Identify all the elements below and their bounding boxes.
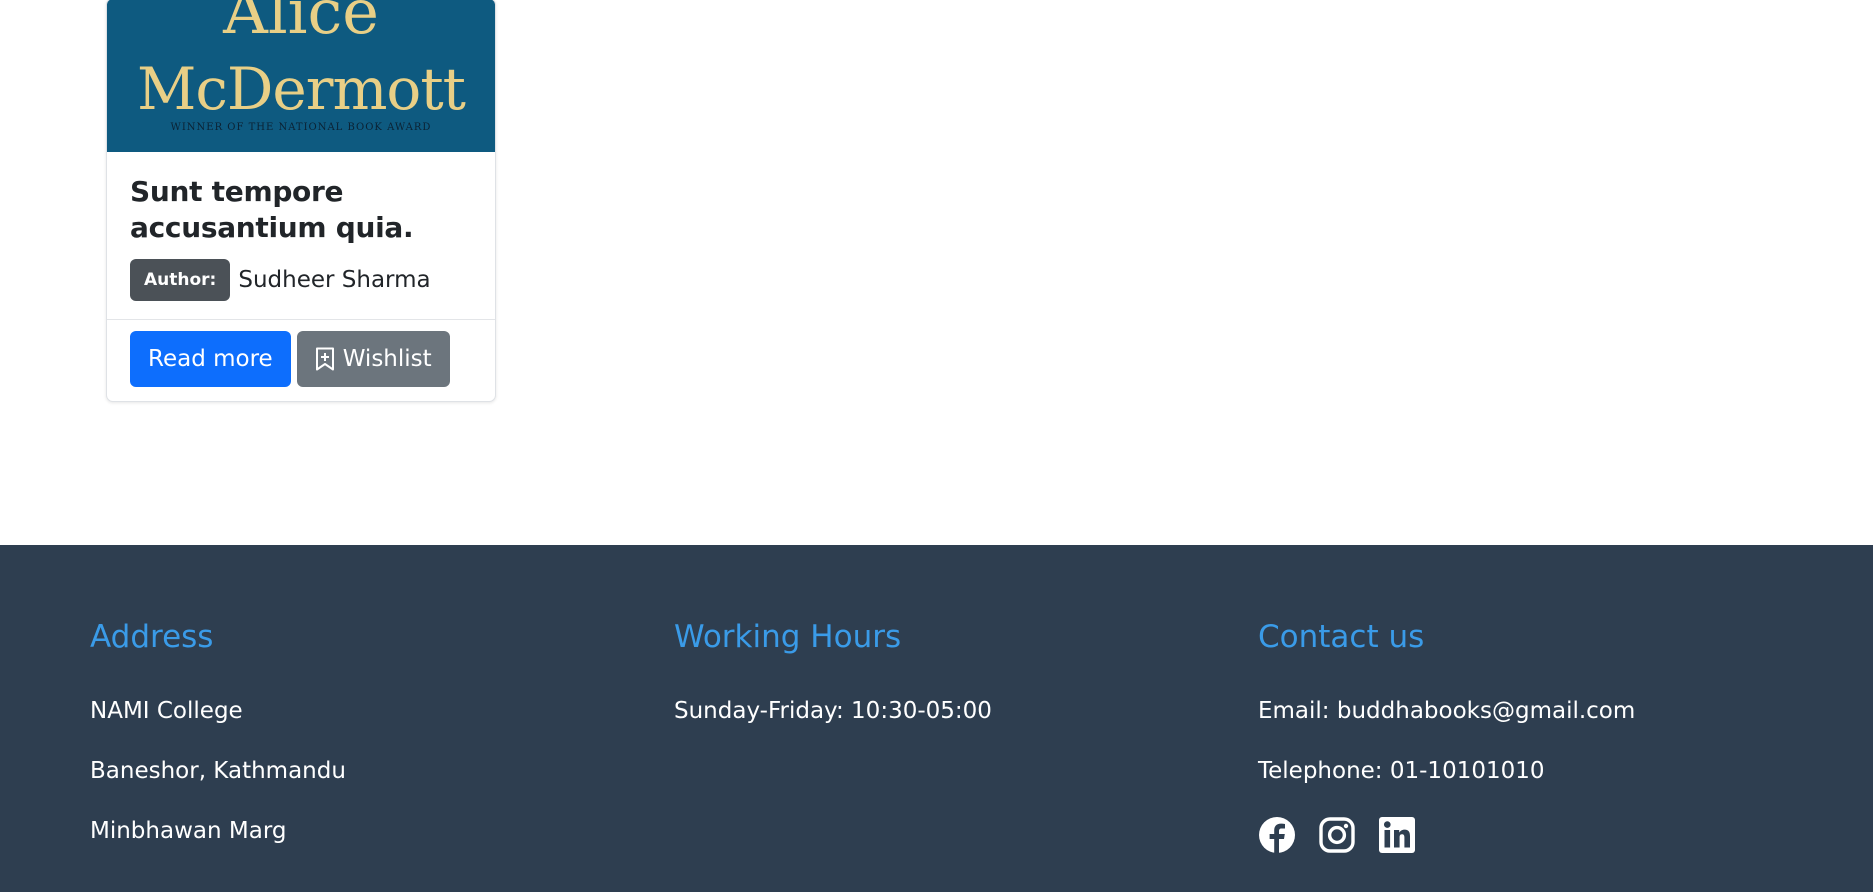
address-line: NAMI College xyxy=(90,698,243,724)
footer-address-column: Address NAMI College Baneshor, Kathmandu… xyxy=(90,617,346,846)
bookmark-plus-icon xyxy=(315,347,334,371)
working-hours-text: Sunday-Friday: 10:30-05:00 xyxy=(674,698,992,724)
book-card: Alice McDermott WINNER OF THE NATIONAL B… xyxy=(106,0,496,402)
contact-telephone: Telephone: 01-10101010 xyxy=(1258,758,1545,784)
read-more-button[interactable]: Read more xyxy=(130,331,291,387)
wishlist-button[interactable]: Wishlist xyxy=(296,331,450,387)
cover-author-last: McDermott xyxy=(137,55,466,123)
social-links xyxy=(1258,816,1635,854)
main-content: Alice McDermott WINNER OF THE NATIONAL B… xyxy=(0,0,1873,545)
contact-email: Email: buddhabooks@gmail.com xyxy=(1258,698,1636,724)
footer-hours-column: Working Hours Sunday-Friday: 10:30-05:00 xyxy=(674,617,992,726)
linkedin-icon[interactable] xyxy=(1378,816,1416,854)
instagram-icon[interactable] xyxy=(1318,816,1356,854)
author-row: Author: Sudheer Sharma xyxy=(130,259,472,301)
author-badge: Author: xyxy=(130,259,231,301)
address-line: Baneshor, Kathmandu xyxy=(90,758,346,784)
contact-heading: Contact us xyxy=(1258,619,1425,655)
facebook-icon[interactable] xyxy=(1258,816,1296,854)
card-footer: Read more Wishlist xyxy=(107,320,495,398)
read-more-label: Read more xyxy=(148,346,273,372)
author-name: Sudheer Sharma xyxy=(238,267,431,293)
footer-contact-column: Contact us Email: buddhabooks@gmail.com … xyxy=(1258,617,1635,854)
site-footer: Address NAMI College Baneshor, Kathmandu… xyxy=(0,545,1873,892)
card-body: Sunt tempore accusantium quia. Author: S… xyxy=(107,152,495,320)
cover-author-first: Alice xyxy=(223,0,379,48)
book-title: Sunt tempore accusantium quia. xyxy=(130,175,414,244)
working-hours-heading: Working Hours xyxy=(674,619,902,655)
book-cover-image[interactable]: Alice McDermott WINNER OF THE NATIONAL B… xyxy=(107,0,495,152)
wishlist-label: Wishlist xyxy=(342,346,432,372)
cover-award-text: WINNER OF THE NATIONAL BOOK AWARD xyxy=(170,122,432,133)
address-line: Minbhawan Marg xyxy=(90,818,287,844)
address-heading: Address xyxy=(90,619,214,655)
